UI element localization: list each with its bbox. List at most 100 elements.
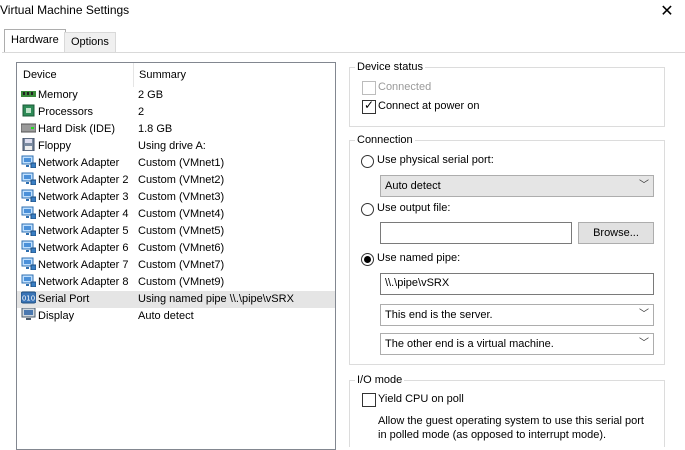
- device-name: Display: [21, 308, 74, 325]
- device-row[interactable]: Network Adapter Custom (VMnet1): [17, 155, 335, 172]
- checkmark-icon: ✓: [364, 98, 375, 112]
- network-adapter-icon: [21, 206, 38, 220]
- named-pipe-input[interactable]: [380, 273, 654, 295]
- yield-cpu-label: Yield CPU on poll: [378, 393, 464, 405]
- other-end-select[interactable]: The other end is a virtual machine. ﹀: [380, 333, 654, 355]
- tab-options[interactable]: Options: [64, 32, 116, 52]
- connected-label: Connected: [378, 81, 432, 93]
- io-mode-description: Allow the guest operating system to use …: [378, 415, 644, 441]
- network-adapter-icon: [21, 172, 38, 186]
- device-name-text: Display: [38, 310, 75, 322]
- network-adapter-icon: [21, 189, 38, 203]
- pipe-end-select[interactable]: This end is the server. ﹀: [380, 304, 654, 326]
- device-name-text: Network Adapter 5: [38, 225, 129, 237]
- connect-at-power-on-checkbox[interactable]: ✓: [362, 98, 376, 114]
- io-mode-title: I/O mode: [355, 374, 405, 386]
- device-summary: 2: [138, 106, 145, 118]
- device-name: Memory: [21, 87, 78, 104]
- device-summary: 2 GB: [138, 89, 164, 101]
- device-row[interactable]: Network Adapter 8 Custom (VMnet9): [17, 274, 335, 291]
- named-pipe-label: Use named pipe:: [377, 252, 461, 264]
- device-row[interactable]: Display Auto detect: [17, 308, 335, 325]
- device-name-text: Processors: [38, 106, 94, 118]
- yield-cpu-checkbox[interactable]: [362, 393, 376, 407]
- device-name-text: Network Adapter 8: [38, 276, 129, 288]
- title-bar: Virtual Machine Settings ✕: [0, 0, 685, 24]
- connection-title: Connection: [355, 134, 415, 146]
- device-name-text: Floppy: [38, 140, 72, 152]
- radio-selected-dot: [364, 256, 371, 263]
- device-row[interactable]: Network Adapter 2 Custom (VMnet2): [17, 172, 335, 189]
- output-file-input[interactable]: [380, 222, 572, 244]
- network-adapter-icon: [21, 240, 38, 254]
- close-icon[interactable]: ✕: [657, 2, 677, 22]
- device-name-text: Network Adapter 3: [38, 191, 129, 203]
- physical-serial-port-label: Use physical serial port:: [377, 154, 494, 166]
- processor-icon: [21, 104, 38, 118]
- chevron-down-icon: ﹀: [639, 180, 649, 191]
- device-name-text: Network Adapter 4: [38, 208, 129, 220]
- device-row[interactable]: Network Adapter 4 Custom (VMnet4): [17, 206, 335, 223]
- device-row[interactable]: Network Adapter 3 Custom (VMnet3): [17, 189, 335, 206]
- device-row[interactable]: Hard Disk (IDE) 1.8 GB: [17, 121, 335, 138]
- output-file-label: Use output file:: [377, 202, 451, 214]
- device-name: Hard Disk (IDE): [21, 121, 115, 138]
- named-pipe-field[interactable]: [381, 274, 653, 292]
- device-name-text: Network Adapter 2: [38, 174, 129, 186]
- network-adapter-icon: [21, 274, 38, 288]
- browse-button[interactable]: Browse...: [578, 222, 654, 244]
- connected-checkbox[interactable]: [362, 81, 376, 95]
- other-end-value: The other end is a virtual machine.: [385, 338, 554, 350]
- device-row[interactable]: 010 Serial Port Using named pipe \\.\pipe\…: [17, 291, 335, 308]
- device-summary: Custom (VMnet1): [138, 157, 225, 169]
- device-name: Network Adapter 5: [21, 223, 129, 240]
- output-file-radio[interactable]: [361, 203, 374, 216]
- device-name: Network Adapter 3: [21, 189, 129, 206]
- device-name: Network Adapter 6: [21, 240, 129, 257]
- physical-serial-port-radio[interactable]: [361, 155, 374, 168]
- device-row[interactable]: Floppy Using drive A:: [17, 138, 335, 155]
- device-row[interactable]: Network Adapter 5 Custom (VMnet5): [17, 223, 335, 240]
- chevron-down-icon: ﹀: [639, 338, 649, 349]
- display-icon: [21, 308, 38, 322]
- physical-port-select[interactable]: Auto detect ﹀: [380, 175, 654, 197]
- device-name: Network Adapter 2: [21, 172, 129, 189]
- device-name-text: Serial Port: [38, 293, 90, 305]
- device-row[interactable]: Network Adapter 6 Custom (VMnet6): [17, 240, 335, 257]
- network-adapter-icon: [21, 257, 38, 271]
- device-summary: Using drive A:: [138, 140, 206, 152]
- device-summary: Auto detect: [138, 310, 194, 322]
- window-title: Virtual Machine Settings: [0, 3, 130, 17]
- named-pipe-radio[interactable]: [361, 253, 374, 266]
- device-name-text: Hard Disk (IDE): [38, 123, 116, 135]
- device-list[interactable]: Device Summary Memory 2 GB Processors 2 Hard…: [16, 62, 336, 450]
- device-summary: Custom (VMnet2): [138, 174, 225, 186]
- tab-hardware[interactable]: Hardware: [4, 29, 66, 53]
- device-summary: Custom (VMnet4): [138, 208, 225, 220]
- device-row[interactable]: Processors 2: [17, 104, 335, 121]
- device-name: Network Adapter 4: [21, 206, 129, 223]
- column-header-device[interactable]: Device: [17, 63, 133, 87]
- device-summary: 1.8 GB: [138, 123, 173, 135]
- device-name-text: Memory: [38, 89, 78, 101]
- device-row[interactable]: Memory 2 GB: [17, 87, 335, 104]
- device-name: Floppy: [21, 138, 71, 155]
- connect-at-power-on-label: Connect at power on: [378, 100, 480, 112]
- serial-port-icon: 010: [21, 291, 38, 305]
- device-row[interactable]: Network Adapter 7 Custom (VMnet7): [17, 257, 335, 274]
- tab-bar: Hardware Options: [0, 29, 685, 53]
- device-name: Network Adapter 7: [21, 257, 129, 274]
- physical-port-value: Auto detect: [385, 180, 441, 192]
- pipe-end-value: This end is the server.: [385, 309, 493, 321]
- network-adapter-icon: [21, 155, 38, 169]
- device-summary: Custom (VMnet9): [138, 276, 225, 288]
- column-header-summary[interactable]: Summary: [133, 63, 329, 87]
- device-status-title: Device status: [355, 61, 426, 73]
- output-file-field[interactable]: [381, 223, 571, 241]
- device-name: Network Adapter: [21, 155, 119, 172]
- device-name: Network Adapter 8: [21, 274, 129, 291]
- network-adapter-icon: [21, 223, 38, 237]
- device-summary: Custom (VMnet6): [138, 242, 225, 254]
- device-name-text: Network Adapter 7: [38, 259, 129, 271]
- svg-text:010: 010: [22, 295, 35, 303]
